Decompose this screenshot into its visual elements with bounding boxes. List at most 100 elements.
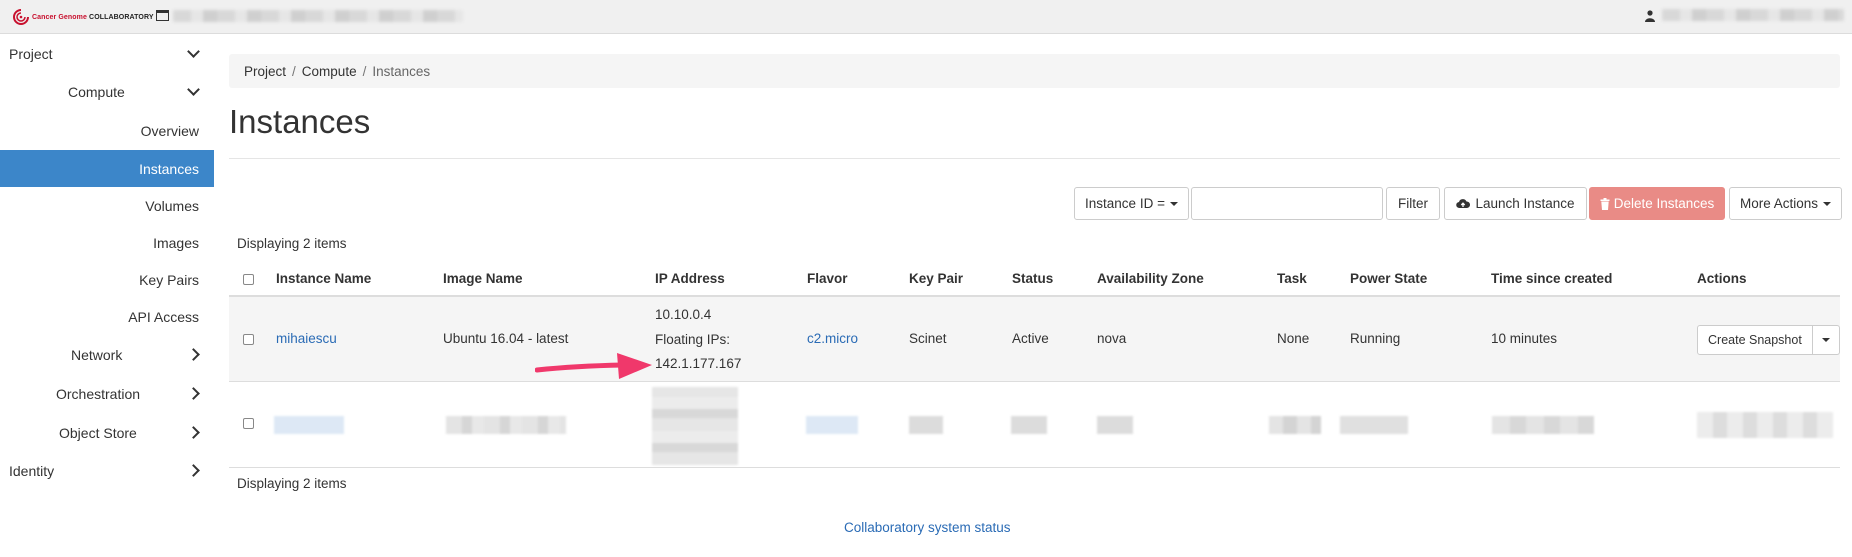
caret-down-icon bbox=[1823, 201, 1832, 206]
sidebar-nav: Project Compute Overview Instances Volum… bbox=[0, 35, 214, 557]
collaboratory-logo[interactable]: Cancer Genome COLLABORATORY bbox=[12, 7, 154, 27]
redacted-zone bbox=[1097, 416, 1133, 434]
more-actions-label: More Actions bbox=[1739, 196, 1819, 211]
more-actions-dropdown[interactable]: More Actions bbox=[1729, 187, 1842, 220]
chevron-down-icon bbox=[187, 83, 200, 96]
sidebar-item-identity[interactable]: Identity bbox=[0, 452, 214, 489]
column-header-ip-address[interactable]: IP Address bbox=[655, 271, 725, 286]
column-header-time-since-created[interactable]: Time since created bbox=[1491, 271, 1612, 286]
column-header-flavor[interactable]: Flavor bbox=[807, 271, 848, 286]
redacted-task bbox=[1269, 416, 1321, 434]
filter-field-dropdown[interactable]: Instance ID = bbox=[1074, 187, 1189, 220]
redacted-image-name bbox=[446, 416, 566, 434]
sidebar-item-instances[interactable]: Instances bbox=[0, 150, 214, 187]
ip-fixed-cell: 10.10.0.4 bbox=[655, 307, 712, 322]
column-header-task[interactable]: Task bbox=[1277, 271, 1307, 286]
user-menu-redacted[interactable] bbox=[1662, 9, 1844, 21]
delete-instances-button[interactable]: Delete Instances bbox=[1589, 187, 1725, 220]
column-header-power-state[interactable]: Power State bbox=[1350, 271, 1427, 286]
logo-mark-icon bbox=[13, 9, 29, 25]
project-selector-icon[interactable] bbox=[156, 10, 169, 21]
sidebar-item-overview[interactable]: Overview bbox=[0, 112, 214, 149]
filter-button[interactable]: Filter bbox=[1386, 187, 1440, 220]
breadcrumb-separator: / bbox=[362, 63, 367, 79]
launch-instance-label: Launch Instance bbox=[1475, 196, 1575, 211]
sidebar-item-label: Network bbox=[71, 346, 123, 363]
filter-button-label: Filter bbox=[1398, 196, 1428, 211]
flavor-link[interactable]: c2.micro bbox=[807, 331, 858, 346]
table-bottom-divider bbox=[229, 467, 1840, 468]
column-header-availability-zone[interactable]: Availability Zone bbox=[1097, 271, 1204, 286]
key-pair-cell: Scinet bbox=[909, 331, 947, 346]
breadcrumb-current: Instances bbox=[372, 63, 431, 79]
trash-icon bbox=[1600, 197, 1610, 210]
row-checkbox[interactable] bbox=[243, 418, 254, 429]
item-count-top: Displaying 2 items bbox=[237, 236, 347, 251]
instance-name-link[interactable]: mihaiescu bbox=[276, 331, 337, 346]
system-status-link[interactable]: Collaboratory system status bbox=[844, 520, 1011, 535]
filter-field-label: Instance ID = bbox=[1085, 196, 1165, 211]
sidebar-item-label: Instances bbox=[139, 160, 199, 177]
sidebar-item-project[interactable]: Project bbox=[0, 35, 214, 72]
time-created-cell: 10 minutes bbox=[1491, 331, 1558, 346]
project-selector-redacted[interactable] bbox=[173, 10, 463, 22]
ip-floating-cell: 142.1.177.167 bbox=[655, 356, 742, 371]
breadcrumb-project[interactable]: Project bbox=[244, 64, 286, 79]
redacted-status bbox=[1011, 416, 1047, 434]
column-header-key-pair[interactable]: Key Pair bbox=[909, 271, 963, 286]
sidebar-item-label: Images bbox=[153, 234, 199, 251]
chevron-right-icon bbox=[187, 387, 200, 400]
caret-down-icon bbox=[1821, 338, 1830, 342]
redacted-flavor[interactable] bbox=[806, 416, 858, 434]
column-header-instance-name[interactable]: Instance Name bbox=[276, 271, 371, 286]
sidebar-item-object-store[interactable]: Object Store bbox=[0, 414, 214, 451]
delete-instances-label: Delete Instances bbox=[1613, 196, 1715, 211]
sidebar-item-label: Identity bbox=[9, 462, 55, 479]
sidebar-item-label: Key Pairs bbox=[139, 271, 199, 288]
item-count-bottom: Displaying 2 items bbox=[237, 476, 347, 491]
redacted-key-pair bbox=[909, 416, 943, 434]
row-checkbox[interactable] bbox=[243, 334, 254, 345]
column-header-image-name[interactable]: Image Name bbox=[443, 271, 523, 286]
redacted-actions[interactable] bbox=[1697, 412, 1833, 438]
sidebar-item-label: Volumes bbox=[145, 197, 199, 214]
redacted-time bbox=[1492, 416, 1594, 434]
sidebar-item-label: API Access bbox=[128, 308, 199, 325]
launch-instance-button[interactable]: Launch Instance bbox=[1444, 187, 1587, 220]
redacted-ip-address bbox=[652, 387, 738, 465]
sidebar-item-volumes[interactable]: Volumes bbox=[0, 187, 214, 224]
floating-ips-label: Floating IPs: bbox=[655, 332, 731, 347]
breadcrumb-compute[interactable]: Compute bbox=[302, 64, 357, 79]
select-all-checkbox[interactable] bbox=[243, 274, 254, 285]
image-name-cell: Ubuntu 16.04 - latest bbox=[443, 331, 569, 346]
sidebar-item-images[interactable]: Images bbox=[0, 224, 214, 261]
sidebar-item-label: Project bbox=[9, 45, 53, 62]
sidebar-item-api-access[interactable]: API Access bbox=[0, 298, 214, 335]
sidebar-item-network[interactable]: Network bbox=[0, 336, 214, 373]
cloud-upload-icon bbox=[1456, 199, 1471, 209]
task-cell: None bbox=[1277, 331, 1310, 346]
chevron-down-icon bbox=[187, 45, 200, 58]
redacted-power-state bbox=[1340, 416, 1408, 434]
sidebar-item-orchestration[interactable]: Orchestration bbox=[0, 375, 214, 412]
page-title: Instances bbox=[229, 103, 371, 140]
sidebar-item-label: Compute bbox=[68, 83, 125, 100]
create-snapshot-button[interactable]: Create Snapshot bbox=[1697, 325, 1813, 355]
power-state-cell: Running bbox=[1350, 331, 1401, 346]
user-icon[interactable] bbox=[1645, 10, 1655, 22]
column-header-status[interactable]: Status bbox=[1012, 271, 1053, 286]
row-actions-group: Create Snapshot bbox=[1697, 325, 1840, 355]
row-actions-dropdown[interactable] bbox=[1812, 325, 1840, 355]
annotation-arrow-icon bbox=[535, 353, 652, 379]
sidebar-item-label: Overview bbox=[140, 122, 199, 139]
sidebar-item-compute[interactable]: Compute bbox=[0, 73, 214, 110]
status-cell: Active bbox=[1012, 331, 1049, 346]
column-header-actions: Actions bbox=[1697, 271, 1747, 286]
title-divider bbox=[229, 158, 1840, 159]
breadcrumb: Project / Compute / Instances bbox=[229, 54, 1840, 88]
sidebar-item-key-pairs[interactable]: Key Pairs bbox=[0, 261, 214, 298]
top-bar: Cancer Genome COLLABORATORY bbox=[0, 0, 1852, 34]
filter-input[interactable] bbox=[1191, 187, 1383, 220]
chevron-right-icon bbox=[187, 348, 200, 361]
redacted-instance-name[interactable] bbox=[274, 416, 344, 434]
